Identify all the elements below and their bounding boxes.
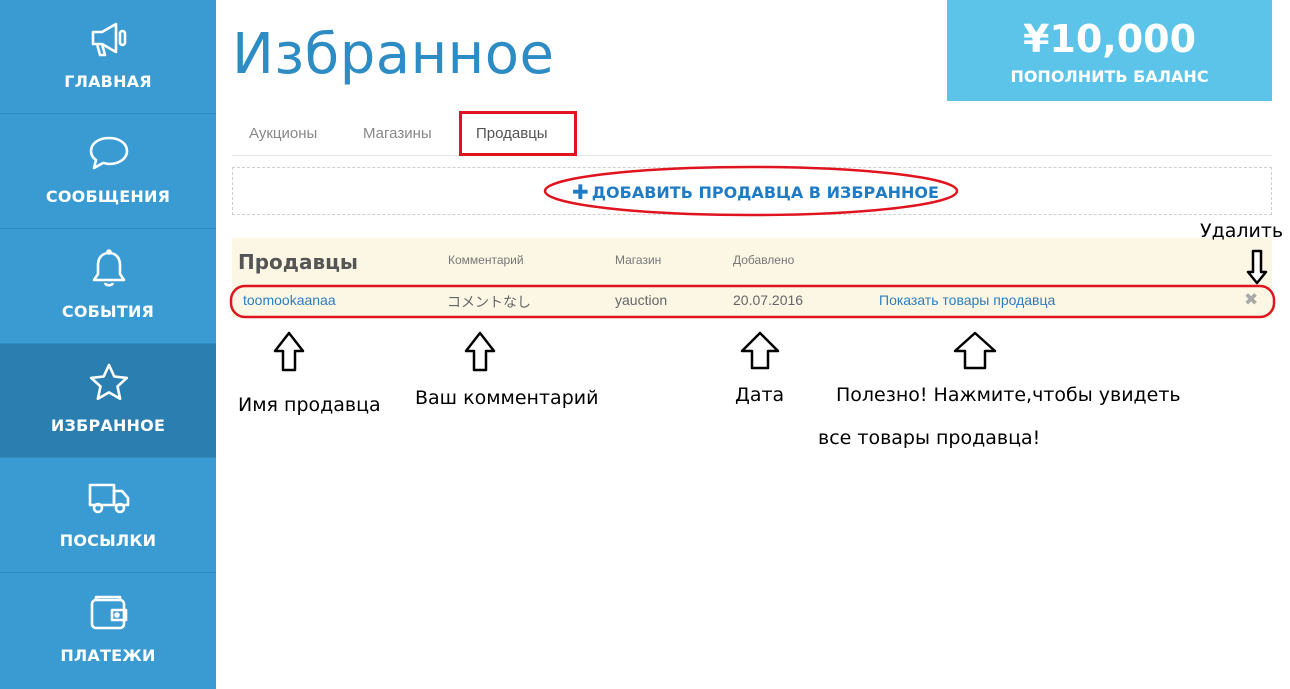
sidebar: ГЛАВНАЯ СООБЩЕНИЯ СОБЫТИЯ ИЗБРАННОЕ ПОСЫ…	[0, 0, 216, 689]
annotation-date: Дата	[735, 384, 785, 406]
balance-amount: ¥10,000	[1022, 17, 1197, 61]
sellers-table-title: Продавцы	[238, 250, 359, 274]
sidebar-item-label: ПОСЫЛКИ	[59, 531, 157, 550]
add-seller-label: ДОБАВИТЬ ПРОДАВЦА В ИЗБРАННОЕ	[591, 183, 939, 202]
sidebar-item-label: ГЛАВНАЯ	[64, 72, 152, 91]
add-seller-button[interactable]: ✚ ДОБАВИТЬ ПРОДАВЦА В ИЗБРАННОЕ	[572, 180, 939, 204]
seller-shop: yauction	[615, 292, 668, 308]
sidebar-item-payments[interactable]: ПЛАТЕЖИ	[0, 574, 216, 688]
seller-comment: コメントなし	[447, 294, 531, 310]
truck-icon	[88, 483, 130, 514]
delete-icon[interactable]: ✖	[1244, 290, 1258, 310]
sidebar-item-label: СООБЩЕНИЯ	[45, 187, 171, 206]
column-shop: Магазин	[615, 253, 662, 267]
sidebar-item-main[interactable]: ГЛАВНАЯ	[0, 0, 216, 114]
sidebar-item-label: ПЛАТЕЖИ	[60, 646, 156, 665]
sidebar-item-events[interactable]: СОБЫТИЯ	[0, 230, 216, 344]
top-up-balance-label: ПОПОЛНИТЬ БАЛАНС	[1010, 67, 1209, 86]
sidebar-item-messages[interactable]: СООБЩЕНИЯ	[0, 115, 216, 229]
tab-highlight-box	[459, 111, 577, 156]
wallet-icon	[90, 595, 128, 630]
tab-auctions[interactable]: Аукционы	[249, 125, 317, 142]
sidebar-item-label: СОБЫТИЯ	[61, 302, 155, 321]
seller-name-link[interactable]: toomookaanaa	[243, 292, 336, 308]
sidebar-item-favorites[interactable]: ИЗБРАННОЕ	[0, 344, 216, 458]
annotation-useful-line2: все товары продавца!	[818, 427, 1041, 449]
sidebar-item-label: ИЗБРАННОЕ	[50, 416, 166, 435]
top-up-balance-button[interactable]: ¥10,000 ПОПОЛНИТЬ БАЛАНС	[947, 0, 1272, 101]
arrow-up-icon	[273, 331, 305, 372]
arrow-up-icon	[464, 331, 496, 372]
arrow-up-icon	[953, 331, 997, 370]
bell-icon	[92, 249, 126, 287]
megaphone-icon	[91, 22, 127, 57]
annotation-comment: Ваш комментарий	[415, 387, 599, 409]
sidebar-item-parcels[interactable]: ПОСЫЛКИ	[0, 459, 216, 573]
arrow-up-icon	[740, 331, 780, 370]
page-title: Избранное	[232, 22, 555, 87]
tab-shops[interactable]: Магазины	[363, 125, 432, 142]
plus-icon: ✚	[572, 180, 589, 204]
show-seller-items-link[interactable]: Показать товары продавца	[879, 292, 1055, 308]
annotation-seller-name: Имя продавца	[238, 394, 381, 416]
annotation-delete: Удалить	[1200, 220, 1284, 242]
seller-added-date: 20.07.2016	[733, 292, 804, 308]
annotation-useful-line1: Полезно! Нажмите,чтобы увидеть	[836, 384, 1181, 406]
column-added: Добавлено	[733, 253, 795, 267]
star-icon	[89, 363, 129, 400]
chat-bubble-icon	[89, 136, 129, 170]
column-comment: Комментарий	[448, 253, 524, 267]
